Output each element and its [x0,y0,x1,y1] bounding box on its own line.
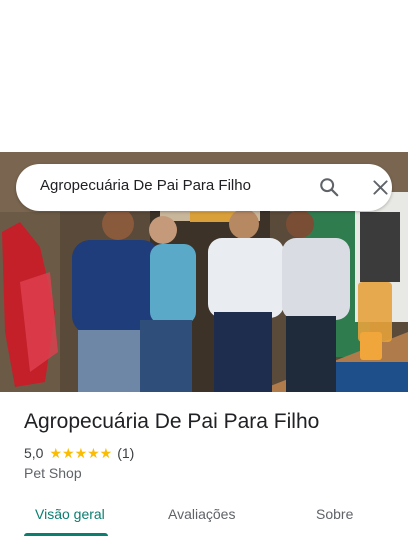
search-icon[interactable] [318,176,340,198]
tab-about[interactable]: Sobre [316,506,353,522]
active-tab-indicator [24,533,108,536]
rating-row[interactable]: 5,0 ★★★★★ (1) [24,444,134,462]
place-category[interactable]: Pet Shop [24,465,82,481]
star-rating: ★★★★★ [49,446,112,460]
tab-reviews[interactable]: Avaliações [168,506,235,522]
close-icon[interactable] [370,177,391,198]
rating-value: 5,0 [24,445,44,461]
tab-overview[interactable]: Visão geral [35,506,105,522]
star-icons: ★★★★★ [49,445,113,461]
search-bar[interactable]: Agropecuária De Pai Para Filho [16,164,392,211]
place-title: Agropecuária De Pai Para Filho [24,410,320,433]
map-area-blank [0,0,408,152]
tab-bar: Visão geral Avaliações Sobre [0,496,408,544]
review-count[interactable]: (1) [117,445,134,461]
search-input[interactable]: Agropecuária De Pai Para Filho [40,177,251,194]
